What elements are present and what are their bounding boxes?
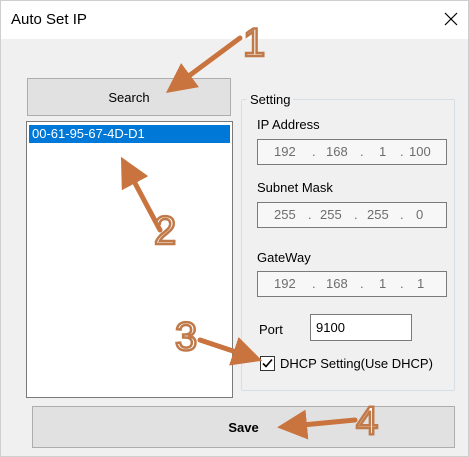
- mask-octet-1: 255: [274, 207, 296, 222]
- device-list[interactable]: 00-61-95-67-4D-D1: [26, 121, 233, 398]
- setting-group-label: Setting: [247, 92, 294, 107]
- subnet-mask-input[interactable]: 255 . 255 . 255 . 0: [257, 202, 447, 228]
- ip-address-input[interactable]: 192 . 168 . 1 . 100: [257, 139, 447, 165]
- gw-octet-2: 168: [326, 276, 348, 291]
- ip-octet-3: 1: [379, 144, 387, 159]
- ip-octet-1: 192: [274, 144, 296, 159]
- gw-octet-1: 192: [274, 276, 296, 291]
- save-button[interactable]: Save: [32, 406, 455, 448]
- ip-address-label: IP Address: [257, 117, 320, 132]
- ip-dot-1: .: [312, 144, 316, 159]
- mask-dot-2: .: [354, 207, 358, 222]
- gw-dot-1: .: [312, 276, 316, 291]
- checkmark-icon: [262, 358, 273, 368]
- ip-octet-2: 168: [326, 144, 348, 159]
- gateway-label: GateWay: [257, 250, 311, 265]
- window-title: Auto Set IP: [11, 11, 87, 28]
- title-bar: Auto Set IP: [1, 1, 468, 39]
- mask-octet-3: 255: [367, 207, 389, 222]
- gw-dot-2: .: [360, 276, 364, 291]
- gw-octet-4: 1: [417, 276, 425, 291]
- mask-dot-1: .: [308, 207, 312, 222]
- mask-octet-4: 0: [416, 207, 424, 222]
- gw-dot-3: .: [400, 276, 404, 291]
- ip-dot-3: .: [400, 144, 404, 159]
- device-list-item[interactable]: 00-61-95-67-4D-D1: [29, 125, 230, 143]
- gw-octet-3: 1: [379, 276, 387, 291]
- ip-dot-2: .: [360, 144, 364, 159]
- close-button[interactable]: [436, 5, 466, 33]
- mask-dot-3: .: [400, 207, 404, 222]
- dhcp-label: DHCP Setting(Use DHCP): [280, 356, 433, 371]
- ip-octet-4: 100: [409, 144, 431, 159]
- close-icon: [444, 12, 458, 26]
- subnet-mask-label: Subnet Mask: [257, 180, 333, 195]
- dhcp-checkbox[interactable]: [260, 356, 275, 371]
- mask-octet-2: 255: [320, 207, 342, 222]
- search-button[interactable]: Search: [27, 78, 231, 116]
- auto-set-ip-dialog: Auto Set IP Search 00-61-95-67-4D-D1 Set…: [0, 0, 469, 457]
- port-label: Port: [259, 322, 283, 337]
- gateway-input[interactable]: 192 . 168 . 1 . 1: [257, 271, 447, 297]
- port-input[interactable]: 9100: [310, 314, 412, 341]
